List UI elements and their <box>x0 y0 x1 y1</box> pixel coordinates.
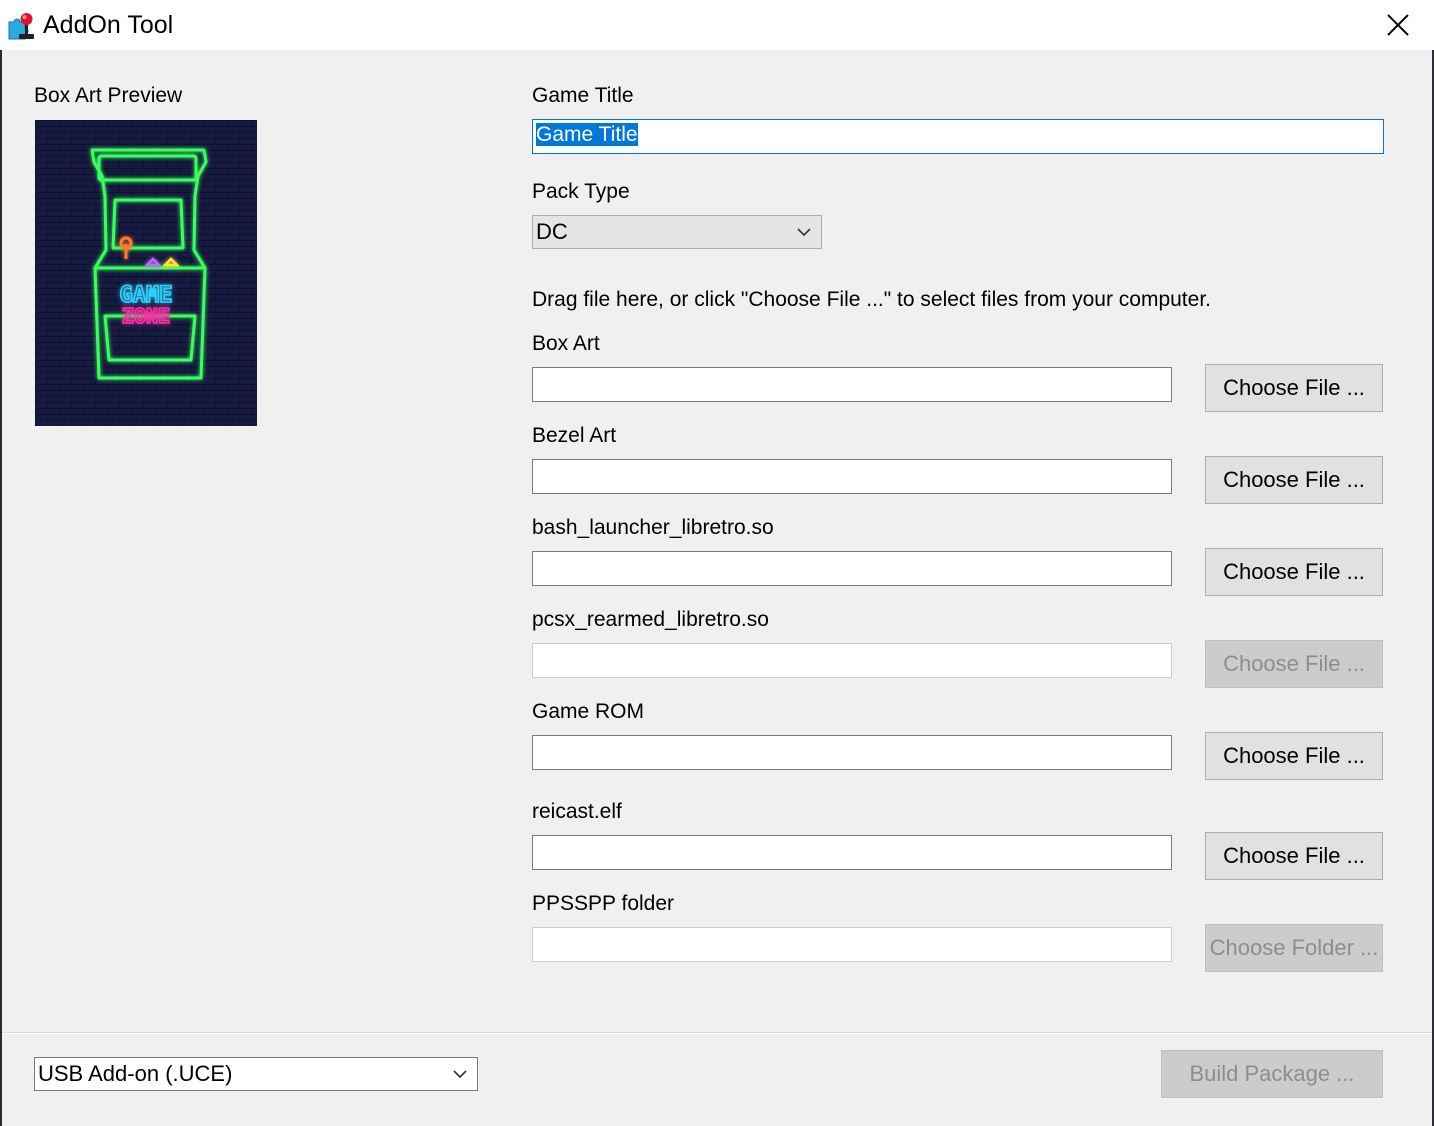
close-button[interactable] <box>1362 0 1434 50</box>
package-format-select[interactable]: USB Add-on (.UCE) <box>34 1057 478 1091</box>
field-label: pcsx_rearmed_libretro.so <box>532 608 769 631</box>
field-label: Bezel Art <box>532 424 617 447</box>
game-title-label: Game Title <box>532 84 634 107</box>
file-path-input[interactable] <box>532 735 1172 770</box>
pack-type-select[interactable]: DC <box>532 215 822 249</box>
choose-folder-button[interactable]: Choose Folder ... <box>1205 924 1383 972</box>
game-title-value: Game Title <box>536 123 638 146</box>
drag-instructions: Drag file here, or click "Choose File ..… <box>532 288 1211 311</box>
puzzle-joystick-icon <box>6 10 38 42</box>
field-label: reicast.elf <box>532 800 622 823</box>
game-title-input[interactable]: Game Title <box>532 119 1384 154</box>
file-path-input[interactable] <box>532 551 1172 586</box>
file-path-input[interactable] <box>532 367 1172 402</box>
pack-type-label: Pack Type <box>532 180 630 203</box>
build-package-button[interactable]: Build Package ... <box>1161 1050 1383 1098</box>
footer-separator-highlight <box>2 1033 1432 1034</box>
title-bar: AddOn Tool <box>0 0 1434 50</box>
field-label: Game ROM <box>532 700 645 723</box>
art-text-line2: ZONE <box>122 304 170 328</box>
choose-file-button[interactable]: Choose File ... <box>1205 640 1383 688</box>
pack-type-value: DC <box>536 219 568 244</box>
close-icon <box>1387 14 1409 36</box>
file-path-input[interactable] <box>532 927 1172 962</box>
box-art-preview-image: GAME ZONE <box>35 120 257 426</box>
field-label: PPSSPP folder <box>532 892 675 915</box>
chevron-down-icon <box>797 228 811 237</box>
choose-file-button[interactable]: Choose File ... <box>1205 832 1383 880</box>
choose-file-button[interactable]: Choose File ... <box>1205 732 1383 780</box>
window-title: AddOn Tool <box>43 11 174 39</box>
file-path-input[interactable] <box>532 835 1172 870</box>
package-format-value: USB Add-on (.UCE) <box>38 1061 233 1086</box>
file-path-input[interactable] <box>532 643 1172 678</box>
field-label: Box Art <box>532 332 600 355</box>
choose-file-button[interactable]: Choose File ... <box>1205 548 1383 596</box>
chevron-down-icon <box>453 1070 467 1079</box>
choose-file-button[interactable]: Choose File ... <box>1205 364 1383 412</box>
choose-file-button[interactable]: Choose File ... <box>1205 456 1383 504</box>
box-art-preview-label: Box Art Preview <box>34 84 183 107</box>
field-label: bash_launcher_libretro.so <box>532 516 774 539</box>
window-border-left <box>0 50 2 1126</box>
file-path-input[interactable] <box>532 459 1172 494</box>
